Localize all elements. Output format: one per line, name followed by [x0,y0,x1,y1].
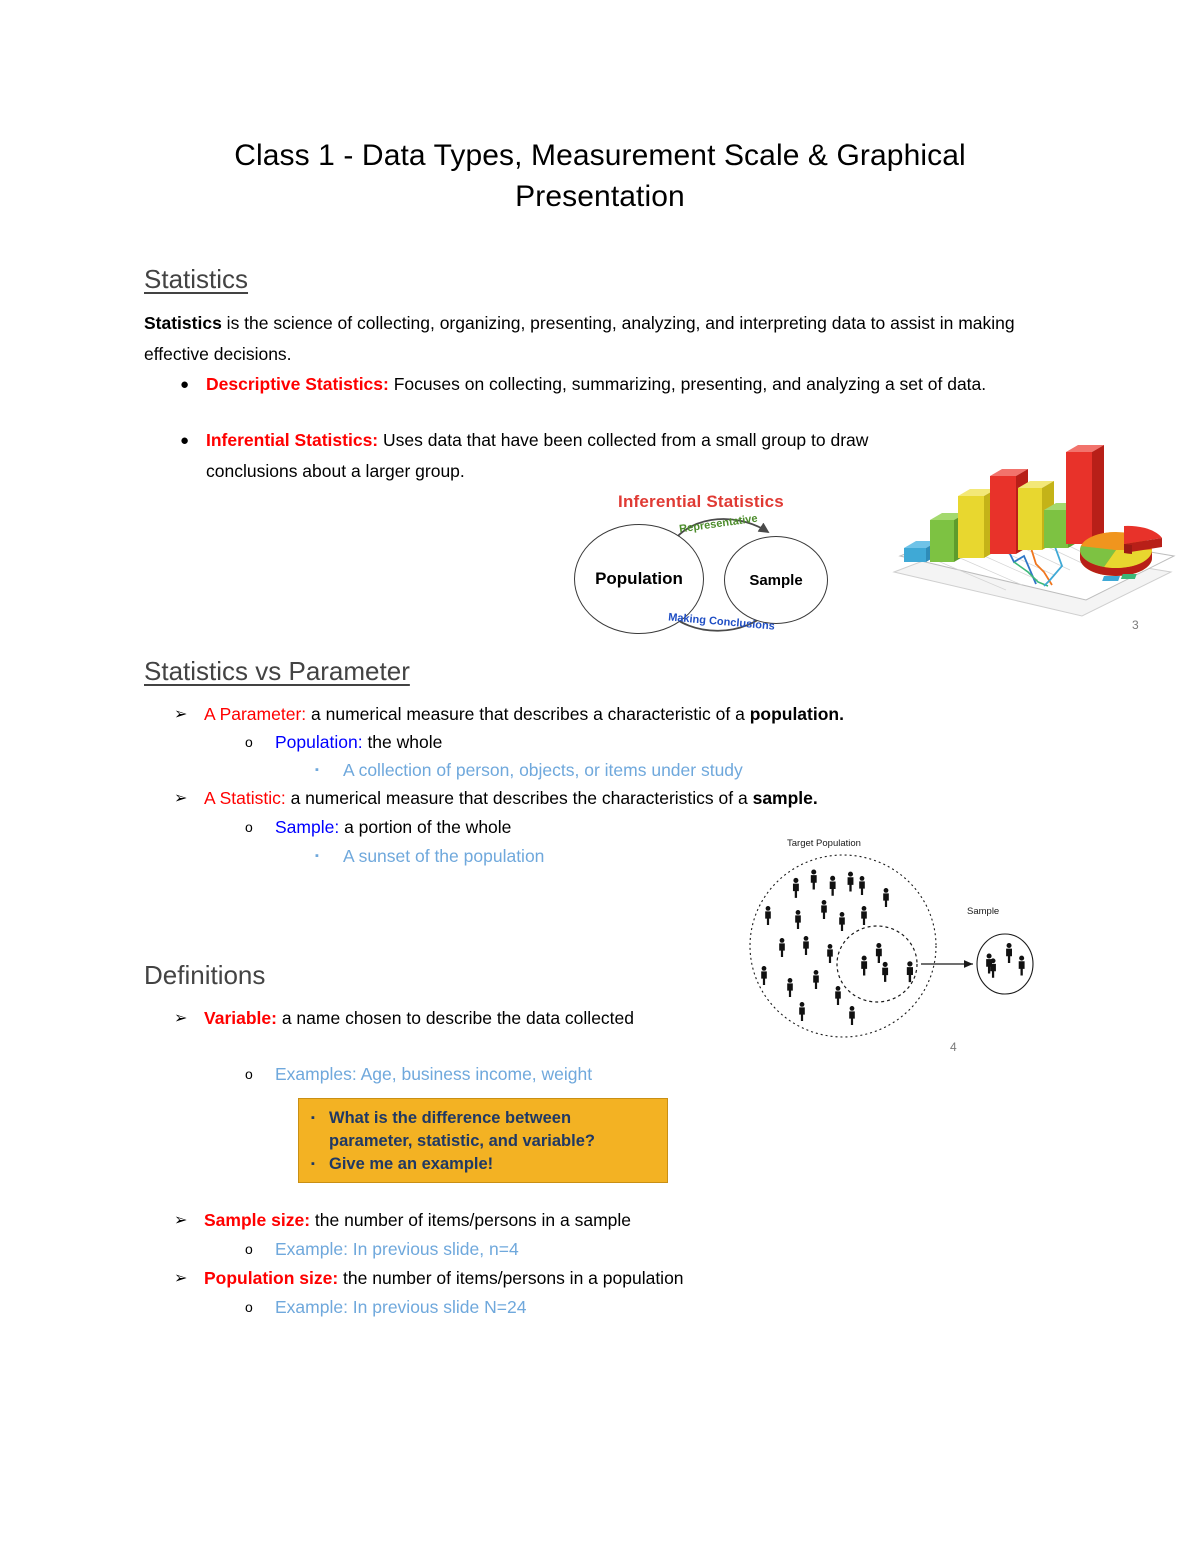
sample-circle: Sample [724,536,828,624]
arrow-bullet-icon: ➢ [174,1270,188,1287]
target-population-label: Target Population [787,838,861,849]
list-item: o Population: the whole [245,727,945,758]
list-item: ➢ Population size: the number of items/p… [174,1263,974,1294]
list-item-text: Example: In previous slide, n=4 [275,1239,519,1259]
list-item-text: the number of items/persons in a populat… [338,1268,684,1288]
square-bullet-icon: ▪ [315,764,319,776]
list-item: ● Inferential Statistics: Uses data that… [180,425,880,487]
heading-statistics-vs-parameter: Statistics vs Parameter [144,656,410,686]
heading-definitions: Definitions [144,960,266,990]
list-item-label: Population size: [204,1268,339,1288]
arrow-bullet-icon: ➢ [174,1212,188,1229]
list-item-content: Population: the whole [275,727,945,758]
list-item-text: the whole [362,732,443,752]
list-item-text: Example: In previous slide N=24 [275,1297,527,1317]
arrow-bullet-icon: ➢ [174,706,188,723]
statistics-paragraph-rest: is the science of collecting, organizing… [144,313,1015,364]
list-item-label: Variable: [204,1008,277,1028]
callout-line: ▪ What is the difference between paramet… [311,1107,657,1153]
arrow-bullet-icon: ➢ [174,790,188,807]
list-item-text: a name chosen to describe the data colle… [276,1008,635,1028]
chart3d-svg [892,445,1176,617]
callout-example-text: Give me an example! [329,1155,494,1173]
list-item-label: A Statistic: [204,788,286,808]
sampling-diagram: Target Population Sample [735,838,1035,1053]
callout-line: ▪ Give me an example! [311,1153,657,1176]
circle-bullet-icon: o [245,734,253,750]
list-item-text: the number of items/persons in a sample [310,1210,632,1230]
list-item-content: A Statistic: a numerical measure that de… [204,783,1054,814]
sampling-diagram-svg [749,854,1034,1038]
list-item-label: Sample size: [204,1210,311,1230]
page-title: Class 1 - Data Types, Measurement Scale … [234,139,966,213]
square-bullet-icon: ▪ [315,850,319,862]
square-bullet-icon: ▪ [311,1112,315,1124]
statistics-paragraph-bold: Statistics [144,313,222,333]
list-item-content: Descriptive Statistics: Focuses on colle… [206,369,1060,400]
figure-page-number: 4 [950,1040,957,1054]
list-item: o Example: In previous slide, n=4 [245,1234,945,1265]
figure-page-number: 3 [1132,618,1139,632]
arrow-bullet-icon: ➢ [174,1010,188,1027]
list-item-text: a numerical measure that describes the c… [285,788,753,808]
circle-bullet-icon: o [245,1299,253,1315]
disc-bullet-icon: ● [180,376,190,393]
circle-bullet-icon: o [245,819,253,835]
list-item: ▪ A collection of person, objects, or it… [315,755,1015,786]
circle-bullet-icon: o [245,1241,253,1257]
list-item: ➢ Sample size: the number of items/perso… [174,1205,934,1236]
list-item: o Example: In previous slide N=24 [245,1292,945,1323]
list-item: ➢ Variable: a name chosen to describe th… [174,1003,674,1034]
list-item-content: Population size: the number of items/per… [204,1263,974,1294]
circle-bullet-icon: o [245,1066,253,1082]
square-bullet-icon: ▪ [311,1158,315,1170]
list-item-emphasis: sample. [752,788,818,808]
inferential-statistics-diagram: Inferential Statistics Population Sample… [556,492,846,642]
list-item-label: Population: [275,732,363,752]
heading-statistics: Statistics [144,264,249,294]
list-item: o Examples: Age, business income, weight [245,1059,945,1090]
list-item-text: A collection of person, objects, or item… [343,760,743,780]
disc-bullet-icon: ● [180,432,190,449]
list-item-label: Sample: [275,817,340,837]
chart3d-photo [886,444,1176,634]
document-page: Class 1 - Data Types, Measurement Scale … [0,0,1200,1553]
list-item-content: Sample size: the number of items/persons… [204,1205,934,1236]
list-item: ● Descriptive Statistics: Focuses on col… [180,369,1060,400]
list-item-content: A Parameter: a numerical measure that de… [204,699,1054,730]
statistics-paragraph: Statistics is the science of collecting,… [144,308,1056,370]
list-item: ➢ A Statistic: a numerical measure that … [174,783,1054,814]
list-item-label: Inferential Statistics: [206,430,379,450]
callout-question-text: What is the difference between parameter… [329,1109,595,1150]
list-item: ➢ A Parameter: a numerical measure that … [174,699,1054,730]
list-item-content: Inferential Statistics: Uses data that h… [206,425,880,487]
list-item-text: Examples: Age, business income, weight [275,1064,593,1084]
sample-label: Sample [967,906,1000,917]
list-item-content: Variable: a name chosen to describe the … [204,1003,674,1034]
list-item-text: Focuses on collecting, summarizing, pres… [388,374,987,394]
list-item-emphasis: population. [749,704,844,724]
list-item-label: Descriptive Statistics: [206,374,389,394]
list-item-label: A Parameter: [204,704,307,724]
question-callout-box: ▪ What is the difference between paramet… [298,1098,668,1183]
list-item-text: a portion of the whole [339,817,512,837]
list-item-text: a numerical measure that describes a cha… [306,704,750,724]
